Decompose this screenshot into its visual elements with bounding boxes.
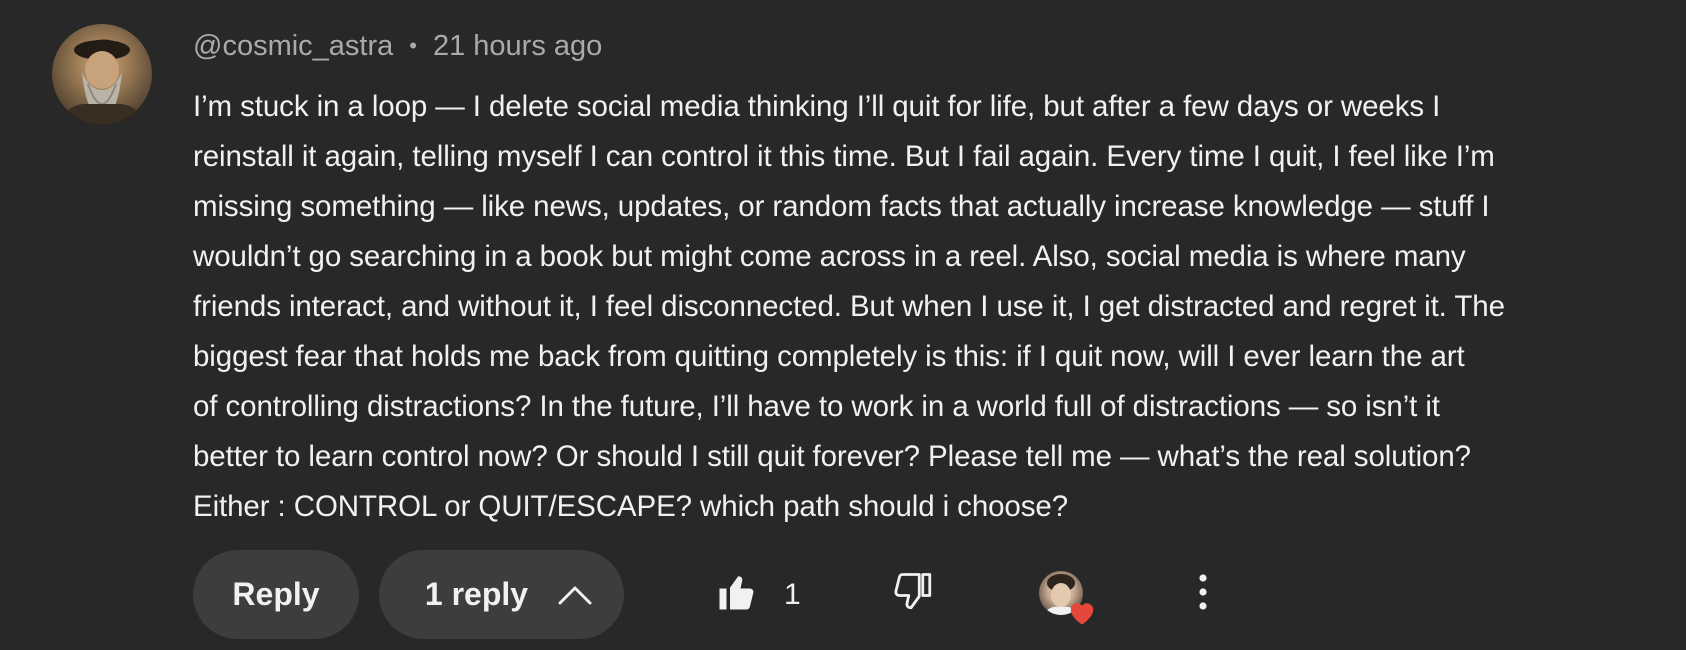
reply-button-label: Reply [232,576,320,612]
like-button[interactable]: 1 [716,571,801,618]
thumbs-down-icon [893,571,935,618]
chevron-up-icon [558,584,592,606]
like-count: 1 [784,577,801,611]
view-replies-button[interactable]: 1 reply [379,550,624,639]
more-options-button[interactable] [1197,572,1209,617]
comment-timestamp[interactable]: 21 hours ago [433,30,602,63]
comment-header: @cosmic_astra • 21 hours ago [193,26,602,66]
header-separator: • [409,33,417,58]
reply-button[interactable]: Reply [193,550,359,639]
comment-text: I’m stuck in a loop — I delete social me… [193,90,1505,523]
more-vertical-icon [1197,572,1209,617]
thumbs-up-icon [716,571,758,618]
user-avatar[interactable] [52,24,152,124]
dislike-button[interactable] [893,571,935,618]
replies-count-label: 1 reply [424,576,529,612]
creator-heart-badge[interactable] [1038,570,1093,624]
comment-actions: Reply 1 reply 1 [193,550,1209,639]
creator-heart-icon [1067,598,1097,631]
author-handle[interactable]: @cosmic_astra [193,30,393,63]
